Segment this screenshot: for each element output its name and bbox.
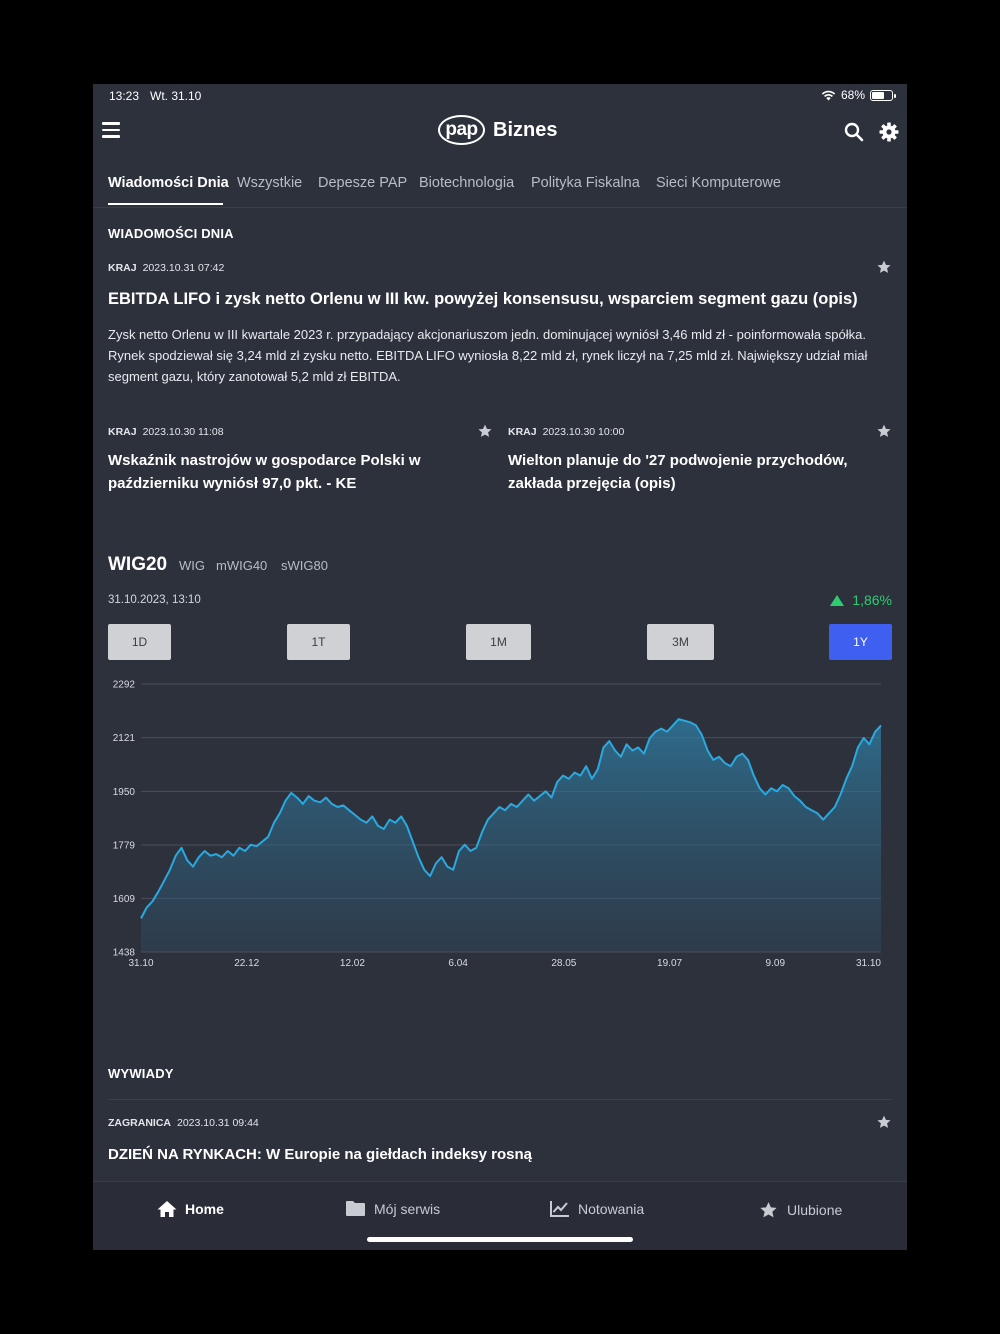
tab-biotechnologia[interactable]: Biotechnologia (419, 175, 514, 191)
section-title-news: WIADOMOŚCI DNIA (108, 226, 234, 241)
article-category: ZAGRANICA (108, 1117, 171, 1129)
tab-depesze-pap[interactable]: Depesze PAP (318, 175, 407, 191)
logo-mark: pap (438, 115, 485, 145)
tab-wiadomosci-dnia[interactable]: Wiadomości Dnia (108, 175, 229, 191)
article-headline[interactable]: Wielton planuje do '27 podwojenie przych… (508, 449, 868, 495)
x-tick-label: 12.02 (340, 958, 365, 969)
search-icon[interactable] (844, 122, 864, 142)
article-category: KRAJ (508, 426, 537, 438)
y-tick-label: 2121 (113, 733, 136, 744)
index-chart[interactable]: 1438 1609 1779 1950 2121 2292 31.10 22.12 12.02 6… (93, 669, 907, 969)
favorite-star-icon[interactable] (876, 259, 892, 275)
hamburger-menu-icon[interactable] (102, 122, 120, 138)
article-meta: KRAJ 2023.10.30 11:08 (108, 426, 224, 438)
logo-text: Biznes (493, 118, 558, 141)
nav-moj-serwis[interactable]: Mój serwis (345, 1200, 440, 1217)
nav-ulubione-label: Ulubione (787, 1202, 843, 1218)
index-option-mwig40[interactable]: mWIG40 (216, 558, 267, 573)
folder-icon (346, 1201, 365, 1216)
range-button-1d[interactable]: 1D (108, 624, 171, 660)
star-icon (760, 1202, 777, 1218)
battery-percent: 68% (840, 88, 865, 102)
article-headline[interactable]: Wskaźnik nastrojów w gospodarce Polski w… (108, 449, 468, 495)
status-date: Wt. 31.10 (150, 89, 202, 103)
article-category: KRAJ (108, 262, 137, 274)
index-option-wig[interactable]: WIG (179, 558, 205, 573)
index-selected[interactable]: WIG20 (108, 554, 167, 576)
y-tick-label: 1950 (113, 787, 136, 798)
x-tick-label: 28.05 (551, 958, 576, 969)
active-tab-underline (108, 203, 223, 205)
article-meta: ZAGRANICA 2023.10.31 09:44 (108, 1117, 259, 1129)
range-button-1y[interactable]: 1Y (829, 624, 892, 660)
y-tick-label: 2292 (113, 680, 136, 691)
x-tick-label: 31.10 (128, 958, 153, 969)
range-button-3m[interactable]: 3M (647, 624, 714, 660)
article-category: KRAJ (108, 426, 137, 438)
y-tick-label: 1609 (113, 894, 136, 905)
status-right: 68% (821, 88, 896, 102)
nav-moj-serwis-label: Mój serwis (374, 1200, 441, 1217)
category-tabs: Wiadomości Dnia Wszystkie Depesze PAP Bi… (93, 156, 907, 208)
index-datetime: 31.10.2023, 13:10 (108, 594, 201, 606)
tab-wszystkie[interactable]: Wszystkie (237, 175, 302, 191)
nav-notowania[interactable]: Notowania (549, 1200, 644, 1218)
battery-icon (870, 89, 896, 101)
app-header: pap Biznes (93, 110, 907, 156)
wifi-icon (821, 90, 836, 100)
home-indicator (367, 1237, 633, 1242)
favorite-star-icon[interactable] (876, 423, 892, 439)
status-time: 13:23 (109, 89, 140, 103)
status-bar: 13:23 Wt. 31.10 68% (93, 84, 907, 110)
favorite-star-icon[interactable] (876, 1114, 892, 1130)
chart-line-icon (550, 1201, 569, 1217)
nav-home[interactable]: Home (157, 1200, 224, 1218)
article-datetime: 2023.10.30 10:00 (542, 426, 625, 438)
nav-home-label: Home (185, 1201, 224, 1217)
x-tick-label: 6.04 (448, 958, 468, 969)
index-change-value: 1,86% (852, 592, 892, 608)
x-tick-label: 19.07 (657, 958, 682, 969)
range-button-1m[interactable]: 1M (466, 624, 531, 660)
pap-biznes-logo: pap Biznes (438, 115, 557, 145)
interview-headline[interactable]: DZIEŃ NA RYNKACH: W Europie na giełdach … (108, 1145, 892, 1165)
home-icon (157, 1201, 177, 1217)
tab-sieci-komputerowe[interactable]: Sieci Komputerowe (656, 175, 781, 191)
y-tick-label: 1779 (113, 840, 136, 851)
chart-area (141, 719, 881, 952)
nav-ulubione[interactable]: Ulubione (758, 1200, 842, 1220)
app-screen: 13:23 Wt. 31.10 68% pap Biznes Wiadomośc… (93, 84, 907, 1250)
up-arrow-icon (830, 594, 845, 606)
gear-icon[interactable] (879, 122, 899, 142)
index-option-swig80[interactable]: sWIG80 (281, 558, 328, 573)
nav-notowania-label: Notowania (578, 1201, 645, 1217)
x-tick-label: 9.09 (766, 958, 786, 969)
y-tick-label: 1438 (113, 948, 136, 959)
x-tick-label: 22.12 (234, 958, 259, 969)
tab-polityka-fiskalna[interactable]: Polityka Fiskalna (531, 175, 640, 191)
index-change: 1,86% (830, 592, 892, 608)
featured-lead: Zysk netto Orlenu w III kwartale 2023 r.… (108, 327, 868, 384)
article-datetime: 2023.10.31 09:44 (177, 1117, 259, 1129)
divider (108, 1099, 892, 1100)
featured-headline[interactable]: EBITDA LIFO i zysk netto Orlenu w III kw… (108, 288, 892, 310)
article-datetime: 2023.10.31 07:42 (142, 262, 225, 274)
favorite-star-icon[interactable] (477, 423, 493, 439)
range-button-1t[interactable]: 1T (287, 624, 350, 660)
x-tick-label: 31.10 (856, 958, 881, 969)
article-datetime: 2023.10.30 11:08 (142, 426, 224, 438)
article-meta: KRAJ 2023.10.31 07:42 (108, 262, 224, 274)
article-meta: KRAJ 2023.10.30 10:00 (508, 426, 624, 438)
section-title-interviews: WYWIADY (108, 1066, 174, 1081)
